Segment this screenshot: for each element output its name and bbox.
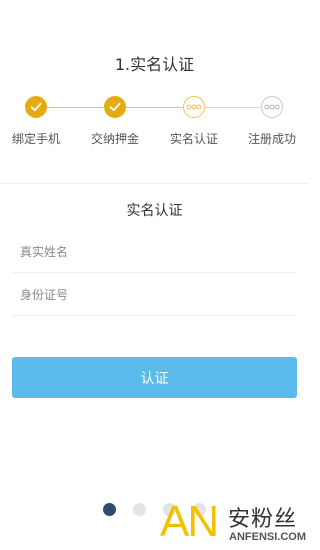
watermark-logo: AN	[160, 497, 219, 546]
real-name-input[interactable]	[12, 245, 297, 259]
step-1-indicator	[25, 96, 47, 118]
ellipsis-icon	[186, 104, 202, 110]
step-2-indicator	[104, 96, 126, 118]
step-1-label: 绑定手机	[11, 132, 60, 146]
step-connector	[47, 107, 104, 108]
check-icon	[30, 102, 42, 112]
watermark-url: ANFENSI.COM	[229, 531, 306, 543]
step-3-label: 实名认证	[169, 132, 218, 146]
progress-steps: 绑定手机 交纳押金 实名认证 注册成功	[0, 96, 309, 150]
step-3-indicator	[183, 96, 205, 118]
id-field	[12, 275, 297, 316]
step-connector	[126, 107, 183, 108]
step-connector	[205, 107, 261, 108]
step-2-label: 交纳押金	[90, 132, 139, 146]
section-divider	[0, 183, 309, 184]
step-4-label: 注册成功	[247, 132, 296, 146]
ellipsis-icon	[264, 104, 280, 110]
step-4-indicator	[261, 96, 283, 118]
watermark-brand: 安粉丝	[228, 507, 298, 532]
page-title: 1.实名认证	[114, 55, 195, 74]
id-number-input[interactable]	[12, 288, 297, 302]
name-field	[12, 232, 297, 273]
site-watermark: AN 安粉丝 ANFENSI.COM	[160, 498, 309, 550]
page-dot-1[interactable]	[103, 503, 116, 516]
check-icon	[109, 102, 121, 112]
verify-button[interactable]: 认证	[12, 357, 297, 398]
page-dot-2[interactable]	[133, 503, 146, 516]
form-title: 实名认证	[126, 203, 183, 219]
